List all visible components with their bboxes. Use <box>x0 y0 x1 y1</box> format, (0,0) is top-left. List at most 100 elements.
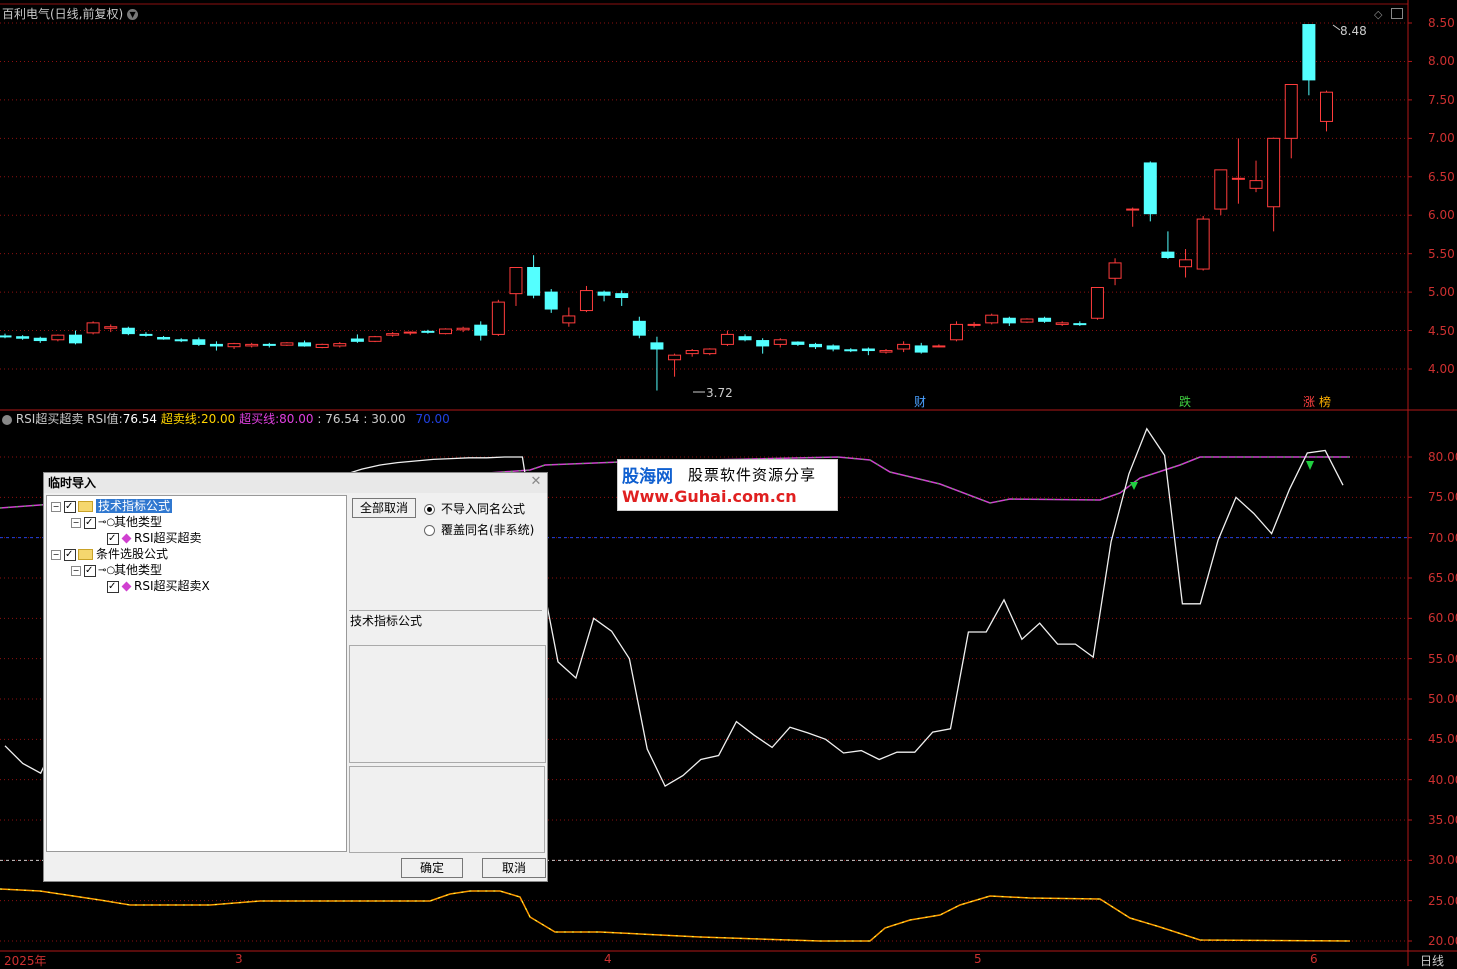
checkbox-rsi-x[interactable] <box>107 579 119 595</box>
radio-dot[interactable] <box>424 525 435 536</box>
event-ranking-badge[interactable]: 榜 <box>1318 396 1332 409</box>
candle-body <box>914 345 928 353</box>
description-panel[interactable] <box>349 645 546 763</box>
oversold-curve <box>0 888 1351 942</box>
candle-body <box>104 326 118 329</box>
parameter-panel[interactable] <box>349 766 545 853</box>
candle-body <box>1002 317 1016 324</box>
radio-no-import[interactable]: 不导入同名公式 <box>424 500 525 517</box>
chevron-down-icon[interactable]: ▼ <box>127 9 139 20</box>
temp-import-dialog[interactable]: 临时导入 ✕ − 技术指标公式 −⊸○其他类型 RSI超买超卖 − 条件选股公式 −… <box>43 472 548 882</box>
candle-body <box>932 345 946 348</box>
high-pointer <box>1332 24 1341 31</box>
tree-label[interactable]: 其他类型 <box>114 563 162 577</box>
candle-body <box>51 334 65 341</box>
gear-icon[interactable] <box>2 414 12 425</box>
x-label-april: 4 <box>604 952 612 966</box>
price-tick-label: 5.00 <box>1428 285 1455 300</box>
checkbox-stock-selection[interactable] <box>64 547 76 563</box>
candle-body <box>1214 169 1228 210</box>
tree-node-rsi-x[interactable]: RSI超买超卖X <box>107 578 210 595</box>
candle-body <box>773 339 787 345</box>
candle-body <box>985 314 999 324</box>
watermark-logo: 股海网 股票软件资源分享 Www.Guhai.com.cn <box>617 459 838 511</box>
candle-body <box>227 343 241 348</box>
collapse-icon[interactable]: − <box>51 549 61 560</box>
dialog-title[interactable]: 临时导入 <box>44 473 547 493</box>
candle-body <box>368 336 382 342</box>
candle-body <box>1073 323 1087 326</box>
close-icon[interactable]: ✕ <box>529 475 543 489</box>
candle-body <box>844 349 858 352</box>
checkbox-other-type-2[interactable] <box>84 563 96 579</box>
candle-body <box>262 343 276 346</box>
window-icon[interactable] <box>1391 8 1403 19</box>
checkbox-tech-indicator[interactable] <box>64 499 76 515</box>
candle-body <box>1320 91 1333 122</box>
x-label-year: 2025年 <box>4 954 47 968</box>
tree-node-rsi[interactable]: RSI超买超卖 <box>107 530 202 547</box>
candle-body <box>1231 177 1245 180</box>
tree-label[interactable]: 条件选股公式 <box>96 547 168 561</box>
tree-node-other-type-2[interactable]: − ⊸○其他类型 <box>71 562 162 579</box>
period-label[interactable]: 日线 <box>1420 952 1444 969</box>
diamond-icon[interactable]: ◇ <box>1374 8 1382 21</box>
radio-overwrite[interactable]: 覆盖同名(非系统) <box>424 521 534 538</box>
price-tick-label: 7.50 <box>1428 92 1455 107</box>
collapse-icon[interactable]: − <box>71 517 81 528</box>
x-label-may: 5 <box>974 952 982 966</box>
price-tick-label: 6.00 <box>1428 208 1455 223</box>
collapse-icon[interactable]: − <box>51 501 61 512</box>
candle-body <box>33 337 47 342</box>
checkbox-rsi[interactable] <box>107 531 119 547</box>
formula-icon <box>121 581 132 592</box>
candle-body <box>1055 322 1069 325</box>
tree-node-tech-indicator[interactable]: − 技术指标公式 <box>51 498 173 515</box>
info-divider <box>349 610 542 611</box>
candle-body <box>703 348 717 355</box>
price-tick-label: 7.00 <box>1428 131 1455 146</box>
checkbox-other-type-1[interactable] <box>84 515 96 531</box>
tree-label[interactable]: 技术指标公式 <box>96 499 173 513</box>
rsi-tick-label: 30.00 <box>1428 853 1457 868</box>
candle-body <box>1267 137 1281 208</box>
ok-button[interactable]: 确定 <box>401 858 463 878</box>
tree-label[interactable]: RSI超买超卖X <box>134 579 210 593</box>
candle-body <box>68 334 82 344</box>
radio-overwrite-label: 覆盖同名(非系统) <box>441 523 535 537</box>
tree-label[interactable]: RSI超买超卖 <box>134 531 202 545</box>
buy-arrow <box>1130 482 1138 490</box>
candle-body <box>527 267 541 296</box>
cancel-button[interactable]: 取消 <box>482 858 546 878</box>
deselect-all-button[interactable]: 全部取消 <box>352 498 416 518</box>
rsi-label: RSI值: <box>87 412 123 426</box>
formula-tree[interactable]: −技术指标公式 −⊸○其他类型 RSI超买超卖 −条件选股公式 −⊸○其他类型 … <box>46 495 347 852</box>
candle-body <box>685 350 699 355</box>
price-tick-label: 4.00 <box>1428 362 1455 376</box>
event-limit-up-badge[interactable]: 涨 <box>1302 396 1316 409</box>
event-finance-badge[interactable]: 财 <box>913 396 927 409</box>
tree-label[interactable]: 其他类型 <box>114 515 162 529</box>
candle-body <box>121 327 135 335</box>
stock-title: 百利电气(日线,前复权) ▼ <box>2 7 139 21</box>
candle-body <box>756 340 770 347</box>
candle-body <box>809 343 823 348</box>
candle-body <box>86 322 100 334</box>
candle-body <box>1090 286 1104 319</box>
collapse-icon[interactable]: − <box>71 565 81 576</box>
rsi-tick-label: 65.00 <box>1428 571 1457 585</box>
rsi-tick-label: 70.00 <box>1428 530 1457 545</box>
rsi-tick-label: 60.00 <box>1428 611 1457 626</box>
oversold-value: 20.00 <box>200 412 236 426</box>
tree-node-stock-selection[interactable]: − 条件选股公式 <box>51 546 168 563</box>
candle-body <box>1126 208 1140 211</box>
candle-body <box>650 342 664 350</box>
rsi-tick-label: 20.00 <box>1428 934 1457 948</box>
candle-body <box>474 324 488 336</box>
tree-node-other-type-1[interactable]: − ⊸○其他类型 <box>71 514 162 531</box>
candle-body <box>245 343 259 347</box>
buy-arrow <box>1306 461 1314 470</box>
radio-dot[interactable] <box>424 504 435 515</box>
low-price-label: 3.72 <box>706 386 733 400</box>
event-drop-badge[interactable]: 跌 <box>1178 396 1192 409</box>
